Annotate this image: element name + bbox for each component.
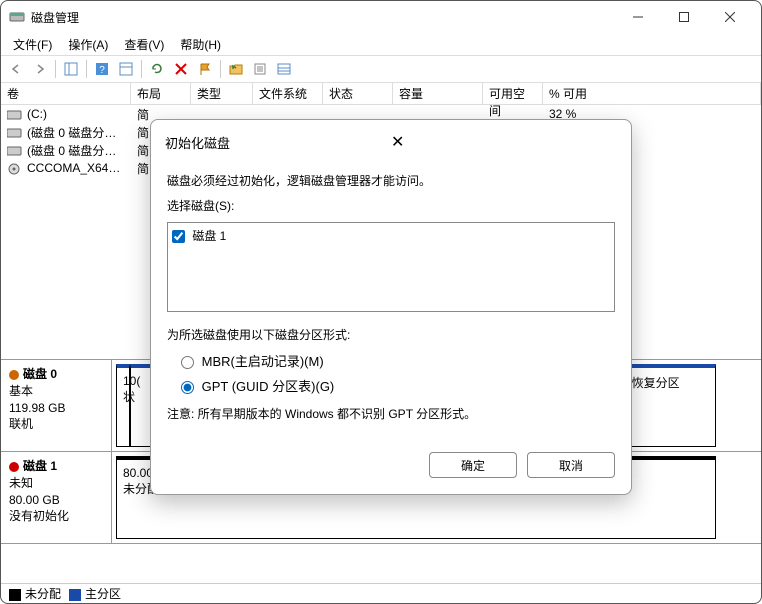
show-hide-button[interactable] [60,58,82,80]
dialog-message: 磁盘必须经过初始化，逻辑磁盘管理器才能访问。 [167,172,615,189]
gpt-option[interactable]: GPT (GUID 分区表)(G) [181,376,615,395]
delete-icon[interactable] [170,58,192,80]
dialog-title: 初始化磁盘 [165,133,385,152]
toolbar: ? [1,55,761,83]
list-icon[interactable] [273,58,295,80]
dialog-close-button[interactable]: ✕ [385,130,617,154]
menu-bar: 文件(F) 操作(A) 查看(V) 帮助(H) [1,33,761,55]
mbr-option[interactable]: MBR(主启动记录)(M) [181,351,615,370]
menu-action[interactable]: 操作(A) [60,34,116,55]
disk-1-checkbox[interactable] [172,230,185,243]
select-disk-label: 选择磁盘(S): [167,197,615,214]
window-title: 磁盘管理 [31,9,615,26]
mbr-radio[interactable] [181,356,194,369]
ok-button[interactable]: 确定 [429,452,517,478]
initialize-disk-dialog: 初始化磁盘 ✕ 磁盘必须经过初始化，逻辑磁盘管理器才能访问。 选择磁盘(S): … [150,119,632,495]
folder-icon[interactable] [225,58,247,80]
menu-help[interactable]: 帮助(H) [172,34,229,55]
settings-icon[interactable] [115,58,137,80]
flag-icon[interactable] [194,58,216,80]
refresh-icon[interactable] [146,58,168,80]
menu-view[interactable]: 查看(V) [116,34,172,55]
properties-icon[interactable] [249,58,271,80]
app-icon [9,9,25,25]
gpt-radio[interactable] [181,381,194,394]
svg-text:?: ? [99,65,105,76]
content-area: 卷 布局 类型 文件系统 状态 容量 可用空间 % 可用 (C:)简32 %(磁… [1,83,761,603]
back-button[interactable] [5,58,27,80]
disk-option[interactable]: 磁盘 1 [172,227,610,244]
close-button[interactable] [707,1,753,33]
modal-overlay: 初始化磁盘 ✕ 磁盘必须经过初始化，逻辑磁盘管理器才能访问。 选择磁盘(S): … [1,83,761,603]
partition-style-label: 为所选磁盘使用以下磁盘分区形式: [167,326,615,343]
cancel-button[interactable]: 取消 [527,452,615,478]
help-icon[interactable]: ? [91,58,113,80]
disk-select-list[interactable]: 磁盘 1 [167,222,615,312]
dialog-note: 注意: 所有早期版本的 Windows 都不识别 GPT 分区形式。 [167,405,615,422]
minimize-button[interactable] [615,1,661,33]
title-bar: 磁盘管理 [1,1,761,33]
maximize-button[interactable] [661,1,707,33]
forward-button[interactable] [29,58,51,80]
menu-file[interactable]: 文件(F) [5,34,60,55]
